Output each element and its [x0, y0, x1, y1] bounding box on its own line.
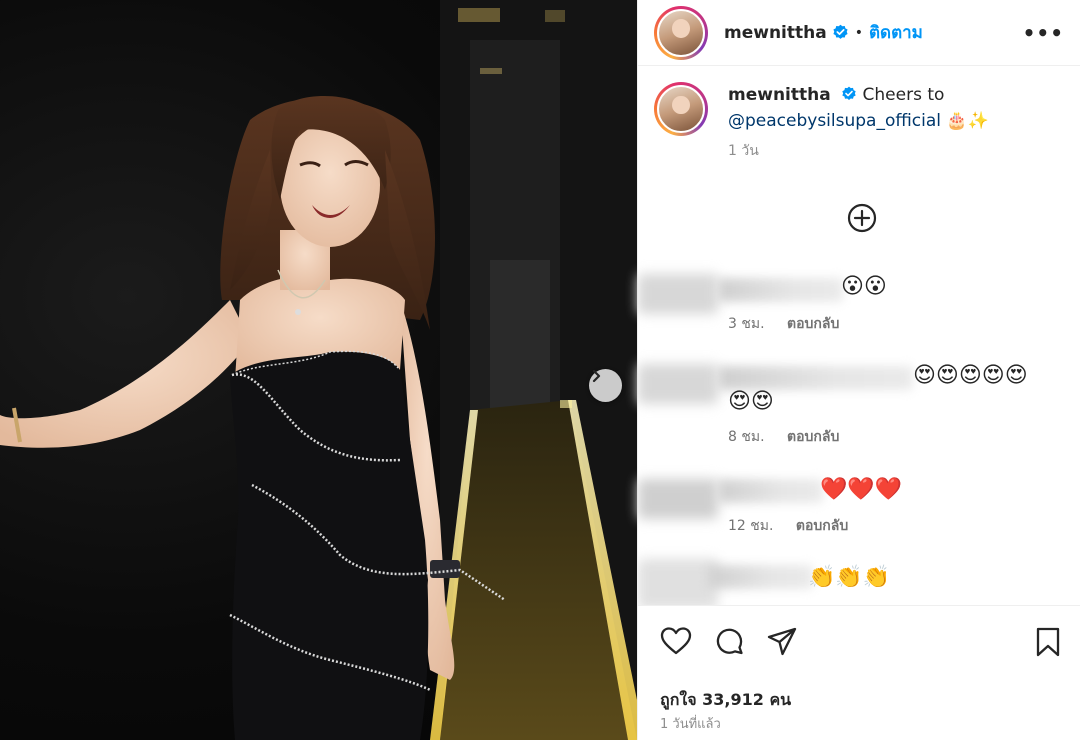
blurred-username [718, 366, 913, 390]
post-actions-bar: ถูกใจ 33,912 คน 1 วันที่แล้ว [638, 605, 1080, 740]
comment-item: 👏👏👏 [638, 545, 1080, 605]
blurred-avatar [638, 364, 718, 404]
comment-bubble-icon[interactable] [713, 626, 745, 658]
header-username[interactable]: mewnittha [724, 23, 827, 43]
post-photo[interactable] [0, 0, 637, 740]
likes-count[interactable]: ถูกใจ 33,912 คน [660, 688, 791, 713]
photo-illustration [0, 0, 637, 740]
comment-emojis: 😍😍😍😍😍 [913, 363, 1028, 388]
comment-timestamp: 12 ชม. [728, 518, 774, 534]
more-options-icon[interactable]: ••• [1023, 21, 1064, 45]
caption-username[interactable]: mewnittha [728, 85, 831, 105]
separator-dot: • [854, 24, 863, 41]
comment-timestamp: 3 ชม. [728, 316, 765, 332]
caption-mention-link[interactable]: @peacebysilsupa_official [728, 111, 941, 131]
post-caption: mewnittha Cheers to @peacebysilsupa_offi… [654, 82, 1064, 164]
blurred-avatar [638, 479, 718, 519]
verified-badge-icon [832, 24, 849, 41]
comment-item: 😮😮 3 ชม. ตอบกลับ [638, 258, 1080, 338]
caption-timestamp: 1 วัน [728, 143, 759, 159]
reply-button[interactable]: ตอบกลับ [787, 429, 839, 445]
post-header: mewnittha • ติดตาม ••• [638, 0, 1080, 66]
blurred-username [708, 565, 813, 589]
caption-emojis: 🎂✨ [946, 111, 989, 131]
reply-button[interactable]: ตอบกลับ [787, 316, 839, 332]
save-bookmark-icon[interactable] [1035, 626, 1061, 658]
comment-meta: 3 ชม. ตอบกลับ [728, 313, 839, 335]
reply-button[interactable]: ตอบกลับ [796, 518, 848, 534]
follow-button[interactable]: ติดตาม [869, 19, 923, 46]
caption-avatar[interactable] [654, 82, 708, 136]
posted-time: 1 วันที่แล้ว [660, 717, 721, 732]
comment-emojis-continued: 😍😍 [728, 389, 774, 414]
avatar[interactable] [654, 5, 708, 60]
blurred-avatar [638, 559, 718, 605]
comment-emojis: ❤️❤️❤️ [820, 477, 903, 502]
caption-text: Cheers to [862, 85, 945, 105]
comment-item: 😍😍😍😍😍 😍😍 8 ชม. ตอบกลับ [638, 350, 1080, 450]
blurred-avatar [638, 274, 718, 314]
comment-emojis: 😮😮 [841, 274, 887, 299]
comment-meta: 8 ชม. ตอบกลับ [728, 426, 839, 448]
share-send-icon[interactable] [766, 626, 798, 658]
next-photo-button[interactable] [589, 369, 622, 402]
blurred-username [718, 479, 823, 503]
load-more-comments-icon[interactable] [846, 202, 878, 234]
post-details-panel: mewnittha • ติดตาม ••• mewnittha Cheers … [637, 0, 1080, 740]
comment-meta: 12 ชม. ตอบกลับ [728, 515, 848, 537]
verified-badge-icon [841, 86, 857, 102]
chevron-right-icon [592, 369, 601, 383]
comment-timestamp: 8 ชม. [728, 429, 765, 445]
blurred-username [718, 278, 843, 302]
like-heart-icon[interactable] [660, 626, 692, 656]
comment-item: ❤️❤️❤️ 12 ชม. ตอบกลับ [638, 465, 1080, 545]
comment-emojis: 👏👏👏 [808, 565, 891, 590]
